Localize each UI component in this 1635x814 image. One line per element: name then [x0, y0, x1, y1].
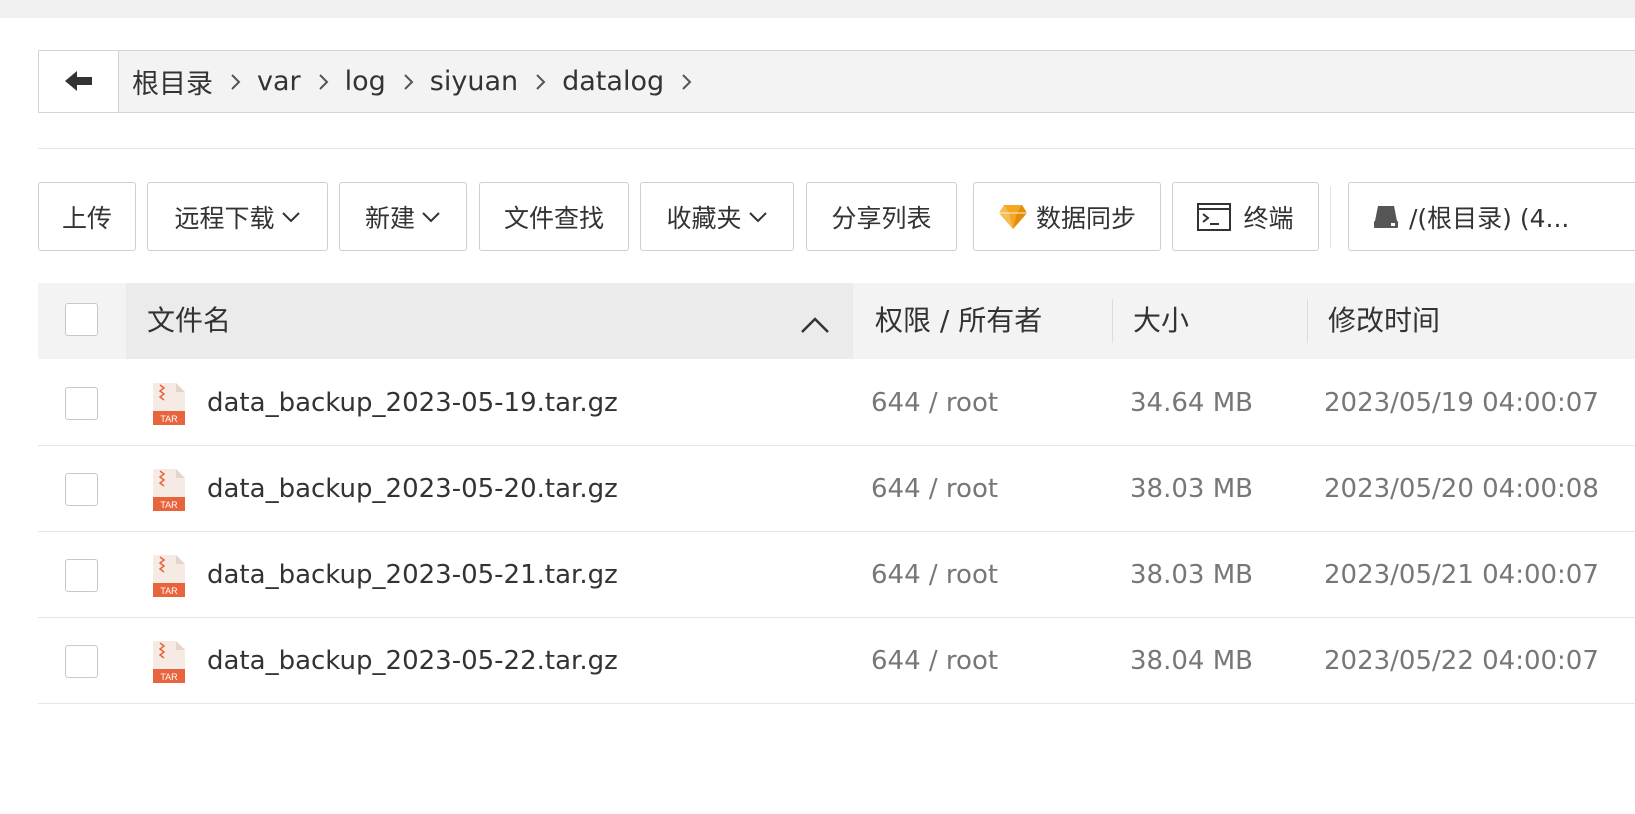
new-label: 新建 — [364, 203, 415, 233]
svg-text:TAR: TAR — [160, 586, 178, 596]
terminal-button[interactable]: 终端 — [1172, 182, 1319, 251]
breadcrumb-item-root[interactable]: 根目录 — [132, 62, 213, 101]
table-row[interactable]: TAR data_backup_2023-05-19.tar.gz 644 / … — [38, 360, 1635, 446]
chevron-right-icon — [664, 72, 708, 92]
file-mtime: 2023/05/22 04:00:07 — [1324, 646, 1599, 676]
share-list-button[interactable]: 分享列表 — [806, 182, 957, 251]
chevron-right-icon — [301, 72, 345, 92]
chevron-right-icon — [386, 72, 430, 92]
chevron-right-icon — [518, 72, 562, 92]
file-name[interactable]: data_backup_2023-05-20.tar.gz — [207, 446, 618, 532]
file-search-button[interactable]: 文件查找 — [479, 182, 629, 251]
diamond-icon — [998, 204, 1027, 229]
row-checkbox[interactable] — [65, 645, 98, 678]
chevron-down-icon — [281, 211, 300, 222]
upload-button[interactable]: 上传 — [38, 182, 136, 251]
file-perm-owner[interactable]: 644 / root — [871, 618, 998, 704]
table-row[interactable]: TAR data_backup_2023-05-21.tar.gz 644 / … — [38, 532, 1635, 618]
new-button[interactable]: 新建 — [339, 182, 467, 251]
tar-archive-icon: TAR — [153, 469, 185, 511]
svg-text:TAR: TAR — [160, 414, 178, 424]
disk-label: /(根目录) (4... — [1409, 203, 1570, 233]
table-row[interactable]: TAR data_backup_2023-05-22.tar.gz 644 / … — [38, 618, 1635, 704]
divider — [38, 148, 1635, 149]
chevron-right-icon — [213, 72, 257, 92]
hard-drive-icon — [1374, 205, 1398, 228]
row-checkbox[interactable] — [65, 387, 98, 420]
terminal-icon — [1197, 202, 1232, 231]
header-perm-owner[interactable]: 权限 / 所有者 — [875, 283, 1042, 359]
file-size: 38.03 MB — [1130, 474, 1253, 504]
favorites-label: 收藏夹 — [666, 203, 742, 233]
file-name[interactable]: data_backup_2023-05-22.tar.gz — [207, 618, 618, 704]
header-size[interactable]: 大小 — [1133, 283, 1189, 359]
file-mtime: 2023/05/20 04:00:08 — [1324, 474, 1599, 504]
table-header: 文件名 权限 / 所有者 大小 修改时间 — [38, 283, 1635, 359]
share-list-label: 分享列表 — [831, 203, 932, 233]
toolbar-separator — [1330, 186, 1331, 248]
column-divider — [1307, 299, 1308, 343]
row-checkbox[interactable] — [65, 559, 98, 592]
remote-download-label: 远程下载 — [174, 203, 275, 233]
upload-label: 上传 — [61, 203, 112, 233]
data-sync-label: 数据同步 — [1035, 203, 1136, 233]
name-column-header[interactable] — [126, 283, 853, 359]
file-perm-owner[interactable]: 644 / root — [871, 446, 998, 532]
svg-text:TAR: TAR — [160, 500, 178, 510]
breadcrumb-item-log[interactable]: log — [345, 66, 386, 97]
svg-text:TAR: TAR — [160, 672, 178, 682]
row-checkbox[interactable] — [65, 473, 98, 506]
sort-ascending-icon[interactable] — [800, 316, 830, 334]
terminal-label: 终端 — [1243, 203, 1294, 233]
file-perm-owner[interactable]: 644 / root — [871, 360, 998, 446]
breadcrumb-item-datalog[interactable]: datalog — [562, 66, 664, 97]
arrow-left-icon — [65, 71, 92, 91]
column-divider — [1112, 299, 1113, 343]
breadcrumb-item-siyuan[interactable]: siyuan — [430, 66, 518, 97]
file-search-label: 文件查找 — [503, 203, 604, 233]
breadcrumb: 根目录 var log siyuan datalog — [132, 51, 708, 112]
back-button[interactable] — [39, 51, 119, 112]
file-name[interactable]: data_backup_2023-05-19.tar.gz — [207, 360, 618, 446]
favorites-button[interactable]: 收藏夹 — [640, 182, 794, 251]
file-name[interactable]: data_backup_2023-05-21.tar.gz — [207, 532, 618, 618]
select-all-checkbox[interactable] — [65, 303, 98, 336]
disk-selector-button[interactable]: /(根目录) (4... — [1348, 182, 1635, 251]
table-row[interactable]: TAR data_backup_2023-05-20.tar.gz 644 / … — [38, 446, 1635, 532]
breadcrumb-bar: 根目录 var log siyuan datalog — [38, 50, 1635, 113]
remote-download-button[interactable]: 远程下载 — [147, 182, 328, 251]
file-size: 34.64 MB — [1130, 388, 1253, 418]
file-perm-owner[interactable]: 644 / root — [871, 532, 998, 618]
data-sync-button[interactable]: 数据同步 — [973, 182, 1161, 251]
tar-archive-icon: TAR — [153, 641, 185, 683]
tar-archive-icon: TAR — [153, 555, 185, 597]
file-size: 38.04 MB — [1130, 646, 1253, 676]
chevron-down-icon — [422, 211, 440, 222]
file-mtime: 2023/05/21 04:00:07 — [1324, 560, 1599, 590]
top-strip — [0, 0, 1635, 18]
breadcrumb-item-var[interactable]: var — [257, 66, 301, 97]
header-name[interactable]: 文件名 — [147, 283, 231, 359]
file-size: 38.03 MB — [1130, 560, 1253, 590]
header-mtime[interactable]: 修改时间 — [1328, 283, 1440, 359]
file-mtime: 2023/05/19 04:00:07 — [1324, 388, 1599, 418]
tar-archive-icon: TAR — [153, 383, 185, 425]
chevron-down-icon — [748, 211, 767, 222]
